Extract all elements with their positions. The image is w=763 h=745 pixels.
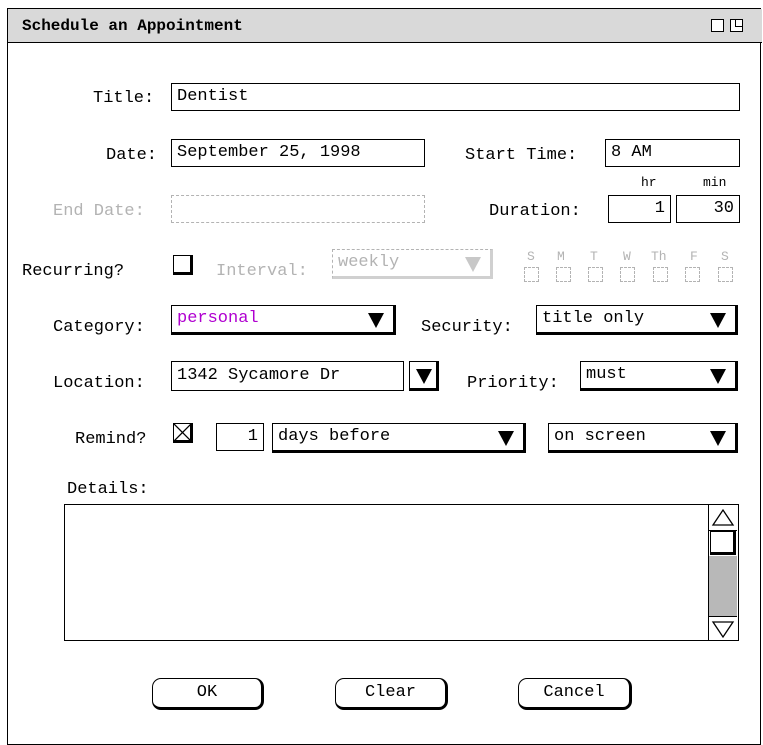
day-label-sun: S: [527, 249, 535, 264]
chevron-down-icon: [416, 369, 432, 384]
clear-button[interactable]: Clear: [335, 678, 448, 710]
scroll-track[interactable]: [709, 556, 737, 616]
category-dropdown[interactable]: personal: [171, 305, 396, 335]
date-field[interactable]: September 25, 1998: [171, 139, 425, 167]
remind-how-dropdown[interactable]: on screen: [548, 423, 738, 453]
day-checkbox-mon[interactable]: [556, 267, 571, 282]
day-checkbox-wed[interactable]: [620, 267, 635, 282]
priority-label: Priority:: [467, 374, 559, 393]
remind-how-value: on screen: [554, 427, 646, 446]
remind-count-field[interactable]: 1: [216, 423, 264, 451]
maximize-icon[interactable]: [730, 19, 743, 32]
recurring-label: Recurring?: [22, 262, 125, 281]
title-label: Title:: [93, 89, 155, 108]
category-value: personal: [177, 309, 259, 328]
title-bar: Schedule an Appointment: [8, 9, 762, 43]
category-label: Category:: [53, 318, 145, 337]
check-x-icon: [174, 424, 191, 441]
day-checkbox-thu[interactable]: [653, 267, 668, 282]
chevron-down-icon: [465, 257, 481, 272]
duration-min-label: min: [703, 175, 727, 190]
location-field[interactable]: 1342 Sycamore Dr: [171, 361, 404, 391]
security-value: title only: [542, 309, 645, 328]
cancel-button[interactable]: Cancel: [518, 678, 632, 710]
scroll-thumb[interactable]: [710, 531, 736, 555]
location-dropdown-button[interactable]: [409, 361, 439, 391]
day-label-sat: S: [721, 249, 729, 264]
arrow-up-icon: [711, 508, 735, 526]
interval-dropdown[interactable]: weekly: [332, 249, 493, 279]
end-date-field[interactable]: [171, 195, 425, 223]
remind-when-value: days before: [278, 427, 391, 446]
details-textarea[interactable]: [64, 504, 739, 641]
chevron-down-icon: [710, 313, 726, 328]
chevron-down-icon: [368, 313, 384, 328]
day-label-wed: W: [623, 249, 631, 264]
arrow-down-icon: [711, 621, 735, 639]
start-time-field[interactable]: 8 AM: [605, 139, 740, 167]
security-label: Security:: [421, 318, 513, 337]
scroll-up-button[interactable]: [709, 506, 737, 531]
recurring-checkbox[interactable]: [173, 255, 193, 275]
details-label: Details:: [67, 480, 149, 499]
start-time-label: Start Time:: [465, 146, 578, 165]
remind-when-dropdown[interactable]: days before: [272, 423, 526, 453]
day-checkbox-sat[interactable]: [718, 267, 733, 282]
day-label-mon: M: [557, 249, 565, 264]
end-date-label: End Date:: [53, 202, 145, 221]
duration-min-field[interactable]: 30: [676, 195, 740, 223]
day-label-tue: T: [590, 249, 598, 264]
chevron-down-icon: [498, 431, 514, 446]
day-checkbox-fri[interactable]: [685, 267, 700, 282]
day-label-fri: F: [690, 249, 698, 264]
location-label: Location:: [53, 374, 145, 393]
remind-checkbox[interactable]: [173, 423, 193, 443]
day-checkbox-sun[interactable]: [524, 267, 539, 282]
security-dropdown[interactable]: title only: [536, 305, 738, 335]
duration-hr-field[interactable]: 1: [608, 195, 671, 223]
ok-button[interactable]: OK: [152, 678, 264, 710]
title-field[interactable]: Dentist: [171, 83, 740, 111]
day-checkbox-tue[interactable]: [588, 267, 603, 282]
duration-hr-label: hr: [641, 175, 657, 190]
window-title: Schedule an Appointment: [22, 17, 243, 35]
chevron-down-icon: [710, 431, 726, 446]
day-label-thu: Th: [651, 249, 667, 264]
scroll-down-button[interactable]: [709, 616, 737, 641]
priority-value: must: [586, 365, 627, 384]
remind-label: Remind?: [75, 430, 147, 449]
duration-label: Duration:: [489, 202, 581, 221]
minimize-icon[interactable]: [711, 19, 724, 32]
chevron-down-icon: [710, 369, 726, 384]
interval-label: Interval:: [216, 262, 308, 281]
interval-value: weekly: [338, 253, 400, 272]
date-label: Date:: [106, 146, 158, 165]
priority-dropdown[interactable]: must: [580, 361, 738, 391]
